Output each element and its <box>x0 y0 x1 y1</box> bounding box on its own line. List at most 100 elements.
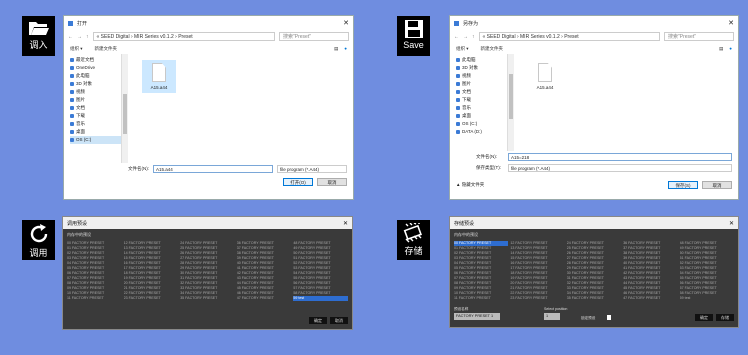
save-tile[interactable]: Save <box>397 16 430 56</box>
preset-item[interactable]: 23 FACTORY PRESET <box>510 296 564 301</box>
preset-item[interactable]: 59 test <box>680 296 734 301</box>
store-tile[interactable]: 存储 <box>397 220 430 260</box>
file-list: A15.a44 <box>514 54 738 151</box>
nav-item-icon <box>70 82 74 86</box>
nav-item[interactable]: OS (C:) <box>70 136 121 144</box>
close-icon[interactable]: ✕ <box>729 220 734 227</box>
store-button[interactable]: 存储 <box>716 314 734 321</box>
path-breadcrumb[interactable]: « SEED Digital › MIR Series v0.1.2 › Pre… <box>478 32 660 41</box>
nav-item[interactable]: 此电脑 <box>70 72 121 80</box>
ok-button[interactable]: 确定 <box>309 317 327 324</box>
nav-item-icon <box>456 58 460 62</box>
nav-item-icon <box>456 66 460 70</box>
forward-arrow-icon[interactable]: → <box>463 34 468 40</box>
nav-item[interactable]: 音乐 <box>456 104 507 112</box>
nav-scrollbar[interactable] <box>122 54 128 163</box>
nav-item-icon <box>456 114 460 118</box>
preset-item[interactable]: 35 FACTORY PRESET <box>567 296 621 301</box>
save-type-select[interactable]: file program (*.A44) <box>508 163 732 172</box>
save-button[interactable]: 保存(S) <box>668 180 698 189</box>
lock-checkbox[interactable] <box>607 315 611 320</box>
nav-item[interactable]: 桌面 <box>456 112 507 120</box>
nav-item[interactable]: 下载 <box>70 112 121 120</box>
nav-item-icon <box>70 90 74 94</box>
nav-item[interactable]: 3D 对象 <box>456 64 507 72</box>
file-item[interactable]: A15.a44 <box>528 60 562 93</box>
nav-item-label: 图片 <box>462 81 471 86</box>
close-icon[interactable]: ✕ <box>343 19 349 27</box>
nav-item-label: 下载 <box>462 97 471 102</box>
path-breadcrumb[interactable]: « SEED Digital › MIR Series v0.1.2 › Pre… <box>92 32 275 41</box>
preset-item[interactable]: 23 FACTORY PRESET <box>124 296 179 301</box>
app-icon <box>68 20 73 26</box>
address-bar: ← → ↑ « SEED Digital › MIR Series v0.1.2… <box>64 30 353 43</box>
help-icon[interactable]: ● <box>729 46 732 52</box>
back-arrow-icon[interactable]: ← <box>454 34 459 40</box>
nav-item[interactable]: 下载 <box>456 96 507 104</box>
ok-button[interactable]: 确定 <box>695 314 713 321</box>
nav-item[interactable]: 文档 <box>456 88 507 96</box>
nav-item[interactable]: 视频 <box>456 72 507 80</box>
cancel-button[interactable]: 取消 <box>317 177 347 186</box>
load-tile[interactable]: 调入 <box>22 16 55 56</box>
new-folder-button[interactable]: 新建文件夹 <box>481 46 504 52</box>
nav-item-icon <box>70 66 74 70</box>
back-arrow-icon[interactable]: ← <box>68 34 73 40</box>
nav-item[interactable]: 最近文档 <box>70 56 121 64</box>
nav-item[interactable]: 3D 对象 <box>70 80 121 88</box>
preset-name-input[interactable]: FACTORY PRESET 1 <box>454 313 500 320</box>
help-icon[interactable]: ● <box>344 46 347 52</box>
cancel-button[interactable]: 取消 <box>330 317 348 324</box>
nav-pane: 最近文档 OneDrive 此电脑 3D 对象 视频 图片 文档 下载 音乐 桌面 OS (C:) <box>64 54 122 163</box>
nav-item[interactable]: 桌面 <box>70 128 121 136</box>
nav-item[interactable]: DATA (D:) <box>456 128 507 136</box>
up-arrow-icon[interactable]: ↑ <box>86 34 89 40</box>
preset-item[interactable]: 47 FACTORY PRESET <box>237 296 292 301</box>
file-name-input[interactable]: A15.a44 <box>153 164 273 173</box>
view-icon[interactable]: ▤ <box>719 46 723 52</box>
organize-button[interactable]: 组织 ▾ <box>456 46 469 52</box>
file-item-label: A15.a44 <box>536 85 554 90</box>
view-icon[interactable]: ▤ <box>334 46 338 52</box>
nav-item[interactable]: 音乐 <box>70 120 121 128</box>
preset-item[interactable]: 35 FACTORY PRESET <box>180 296 235 301</box>
recall-tile[interactable]: 调用 <box>22 220 55 260</box>
preset-item[interactable]: 11 FACTORY PRESET <box>454 296 508 301</box>
recall-dialog-titlebar: 调用预设 ✕ <box>63 217 352 229</box>
organize-button[interactable]: 组织 ▾ <box>70 46 83 52</box>
nav-item[interactable]: 文档 <box>70 104 121 112</box>
preset-list-caption: 内存中的预设 <box>67 232 91 237</box>
preset-item[interactable]: 11 FACTORY PRESET <box>67 296 122 301</box>
nav-item[interactable]: 此电脑 <box>456 56 507 64</box>
open-button[interactable]: 打开(O) <box>283 177 313 186</box>
nav-item-label: OS (C:) <box>462 121 478 126</box>
preset-item[interactable]: 47 FACTORY PRESET <box>623 296 677 301</box>
close-icon[interactable]: ✕ <box>728 19 734 27</box>
preset-item[interactable]: 59 test <box>293 296 348 301</box>
close-icon[interactable]: ✕ <box>343 220 348 227</box>
save-tile-label: Save <box>403 40 424 50</box>
store-tile-label: 存储 <box>404 246 423 256</box>
file-name-input[interactable]: A15=218 <box>508 152 732 161</box>
nav-item[interactable]: 图片 <box>456 80 507 88</box>
nav-item[interactable]: OS (C:) <box>456 120 507 128</box>
nav-item[interactable]: OneDrive <box>70 64 121 72</box>
search-input[interactable]: 搜索"Preset" <box>279 32 349 41</box>
nav-scrollbar[interactable] <box>508 54 514 151</box>
position-select[interactable]: 1 <box>544 313 560 320</box>
up-arrow-icon[interactable]: ↑ <box>472 34 475 40</box>
nav-item[interactable]: 图片 <box>70 96 121 104</box>
search-input[interactable]: 搜索"Preset" <box>664 32 734 41</box>
hide-folders-toggle[interactable]: ▲ 隐藏文件夹 <box>456 182 484 188</box>
nav-item[interactable]: 视频 <box>70 88 121 96</box>
forward-arrow-icon[interactable]: → <box>77 34 82 40</box>
nav-item-label: 桌面 <box>462 113 471 118</box>
new-folder-button[interactable]: 新建文件夹 <box>95 46 118 52</box>
file-item[interactable]: A15.a44 <box>142 60 176 93</box>
open-dialog-title: 打开 <box>77 20 88 27</box>
cancel-button[interactable]: 取消 <box>702 180 732 189</box>
file-type-select[interactable]: file program (*.A44) <box>277 164 347 173</box>
nav-item-label: 文档 <box>462 89 471 94</box>
nav-item-icon <box>70 122 74 126</box>
store-dialog: 存储预设 ✕ 内存中的预设 00 FACTORY PRESET 01 FACTOR… <box>449 216 739 328</box>
